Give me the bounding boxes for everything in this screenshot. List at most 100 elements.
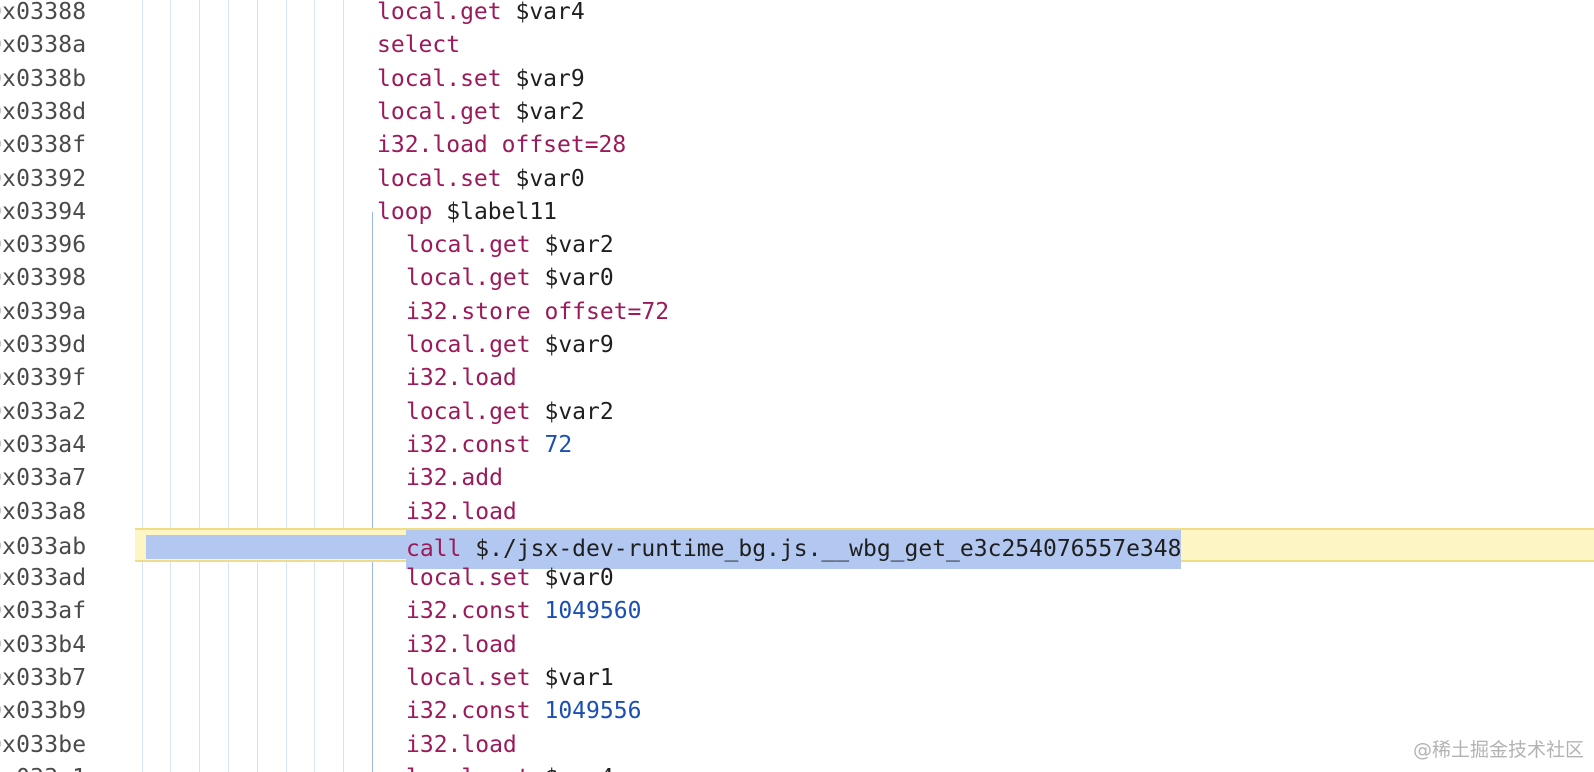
instruction-opcode: local.get — [406, 232, 531, 259]
line-code: local.get $var2 — [406, 395, 614, 429]
instruction-operand: $./jsx-dev-runtime_bg.js.__wbg_get_e3c25… — [475, 535, 1182, 562]
code-line[interactable]: 0x033af i32.const 1049560 — [0, 594, 1594, 628]
line-address: 0x0339d — [0, 332, 87, 358]
line-address: 0x0338a — [0, 32, 87, 59]
instruction-opcode: select — [377, 32, 461, 59]
code-line[interactable]: 0x03392 local.set $var0 — [0, 162, 1594, 196]
code-line[interactable]: 0x03388 local.get $var4 — [0, 0, 1594, 29]
instruction-opcode: i32.store offset=72 — [406, 298, 670, 325]
instruction-operand: $var1 — [544, 665, 614, 691]
line-code: i32.const 1049560 — [406, 594, 641, 628]
line-address: 0x0338f — [0, 132, 87, 159]
instruction-opcode: local.set — [406, 565, 531, 592]
instruction-operand: $label11 — [446, 198, 558, 225]
instruction-opcode: i32.load — [406, 498, 517, 525]
code-line[interactable]: 0x0338b local.set $var9 — [0, 62, 1594, 96]
line-address: 0x033a4 — [0, 431, 87, 458]
instruction-opcode: local.get — [406, 332, 531, 358]
instruction-opcode: call — [406, 535, 462, 562]
line-code: local.set $var0 — [377, 162, 585, 196]
line-address: 0x03392 — [0, 165, 87, 192]
line-code: local.get $var2 — [377, 95, 585, 129]
instruction-opcode: local.set — [406, 665, 531, 691]
instruction-operand: $var2 — [544, 232, 614, 259]
line-address: 0x0339a — [0, 298, 87, 325]
instruction-opcode: local.get — [377, 0, 502, 25]
instruction-operand: $var9 — [515, 65, 585, 92]
code-line-highlighted[interactable]: 0x033ab call $./jsx-dev-runtime_bg.js.__w… — [0, 527, 1594, 569]
line-code: local.get $var2 — [406, 228, 614, 262]
code-line[interactable]: 0x03398 local.get $var0 — [0, 261, 1594, 295]
instruction-opcode: i32.load — [406, 731, 517, 758]
instruction-opcode: loop — [377, 198, 433, 225]
code-line[interactable]: 0x03396 local.get $var2 — [0, 228, 1594, 262]
line-address: 0x0338d — [0, 98, 87, 125]
line-code: i32.load — [406, 361, 517, 395]
line-code: i32.const 72 — [406, 428, 572, 462]
code-line[interactable]: 0x03394 loop $label11 — [0, 195, 1594, 229]
line-address: 0x033a2 — [0, 398, 87, 425]
instruction-operand: $var4 — [544, 765, 613, 772]
line-code: local.get $var4 — [377, 0, 585, 29]
instruction-opcode: i32.const — [406, 698, 531, 725]
code-line[interactable]: 0x0339a i32.store offset=72 — [0, 295, 1594, 329]
instruction-operand: $var0 — [544, 565, 614, 592]
line-address: 0x033a8 — [0, 498, 87, 525]
line-code: select — [377, 28, 460, 62]
code-line[interactable]: 0x033a7 i32.add — [0, 461, 1594, 495]
code-line[interactable]: 0x033be i32.load — [0, 728, 1594, 762]
instruction-opcode: i32.add — [406, 465, 503, 492]
line-address: 0x0339f — [0, 365, 87, 392]
code-line[interactable]: 0x0338f i32.load offset=28 — [0, 128, 1594, 162]
line-code: i32.store offset=72 — [406, 295, 669, 329]
watermark: @稀土掘金技术社区 — [1412, 739, 1584, 761]
instruction-operand: $var2 — [515, 98, 585, 125]
line-code: i32.load — [406, 495, 517, 529]
code-line[interactable]: 0x033ad local.set $var0 — [0, 561, 1594, 595]
line-address: 0x033a7 — [0, 465, 87, 492]
code-line[interactable]: 0x0338a select — [0, 28, 1594, 62]
code-line[interactable]: 0x033b9 i32.const 1049556 — [0, 694, 1594, 728]
line-address: 0x033b4 — [0, 631, 87, 658]
code-editor[interactable]: 0x03388local.get $var40x0338aselect0x033… — [0, 0, 1594, 772]
line-address: 0x033ad — [0, 565, 87, 592]
code-line[interactable]: 0x0338d local.get $var2 — [0, 95, 1594, 129]
line-address: 0x033b9 — [0, 698, 87, 725]
code-line[interactable]: 0x033b7 local.set $var1 — [0, 661, 1594, 695]
instruction-opcode: local.set — [406, 765, 531, 772]
instruction-opcode: i32.const — [406, 431, 531, 458]
instruction-operand: $var4 — [515, 0, 585, 25]
code-line[interactable]: 0x033a2 local.get $var2 — [0, 395, 1594, 429]
selection-lead — [146, 534, 406, 559]
instruction-opcode: i32.load offset=28 — [377, 132, 627, 159]
line-code: local.get $var9 — [406, 328, 614, 362]
code-line[interactable]: 0x033c1 local.set $var4 — [0, 761, 1594, 772]
instruction-opcode: local.get — [377, 98, 502, 125]
line-code: loop $label11 — [377, 195, 557, 229]
instruction-operand: $var0 — [544, 265, 614, 292]
line-code: local.set $var9 — [377, 62, 585, 96]
line-address: 0x033b7 — [0, 665, 87, 691]
code-line[interactable]: 0x033a4 i32.const 72 — [0, 428, 1594, 462]
code-line[interactable]: 0x0339f i32.load — [0, 361, 1594, 395]
line-code: local.get $var0 — [406, 261, 614, 295]
code-line[interactable]: 0x033a8 i32.load — [0, 495, 1594, 529]
instruction-opcode: local.get — [406, 265, 531, 292]
line-code: local.set $var0 — [406, 561, 614, 595]
line-address: 0x03388 — [0, 0, 87, 25]
instruction-opcode: i32.load — [406, 631, 517, 658]
line-code: i32.add — [406, 461, 503, 495]
instruction-opcode: local.set — [377, 65, 502, 92]
code-line[interactable]: 0x033b4 i32.load — [0, 628, 1594, 662]
line-code: i32.load — [406, 728, 517, 762]
instruction-opcode: local.get — [406, 398, 531, 425]
instruction-number: 1049560 — [544, 598, 642, 625]
line-address: 0x0338b — [0, 65, 87, 92]
instruction-number: 72 — [544, 431, 573, 458]
instruction-number: 1049556 — [544, 698, 642, 725]
code-line[interactable]: 0x0339d local.get $var9 — [0, 328, 1594, 362]
line-address: 0x033be — [0, 731, 87, 758]
line-code: i32.const 1049556 — [406, 694, 641, 728]
instruction-opcode: i32.const — [406, 598, 531, 625]
line-code: local.set $var1 — [406, 661, 614, 695]
